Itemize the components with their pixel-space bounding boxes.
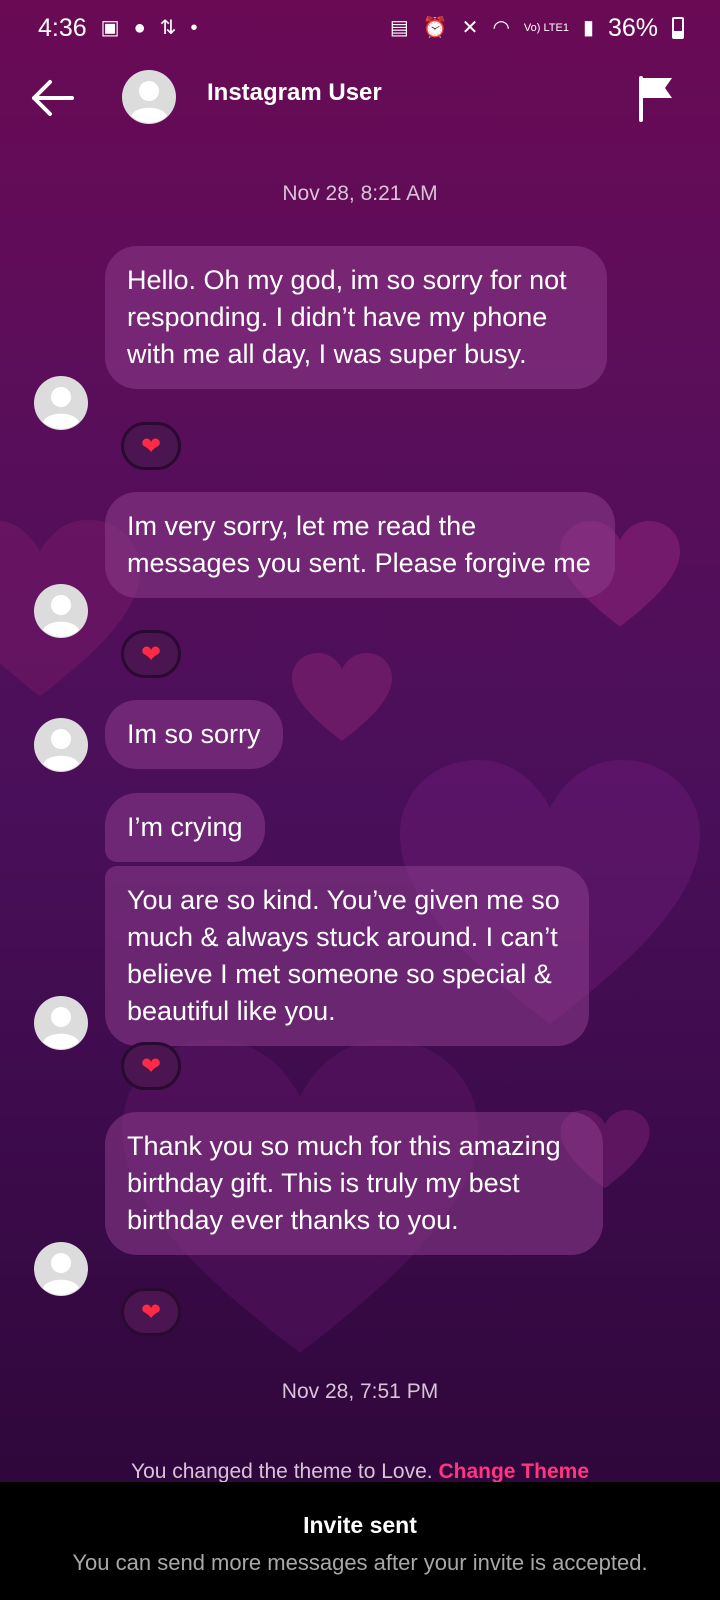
heart-icon: ❤ [140, 1298, 162, 1326]
battery-percent: 36% [607, 13, 658, 42]
sender-avatar[interactable] [34, 718, 88, 772]
heart-reaction[interactable]: ❤ [121, 422, 181, 470]
chat-icon: ● [133, 17, 146, 39]
theme-change-note: You changed the theme to Love. Change Th… [0, 1460, 720, 1484]
heart-icon: ❤ [140, 640, 162, 668]
message-timestamp: Nov 28, 7:51 PM [281, 1380, 439, 1403]
chat-header: Instagram User [0, 62, 720, 134]
sender-avatar[interactable] [34, 584, 88, 638]
contact-avatar[interactable] [122, 70, 176, 124]
battery-saver-icon: ▤ [389, 17, 409, 39]
invite-panel: Invite sent You can send more messages a… [0, 1482, 720, 1600]
heart-icon: ❤ [140, 1052, 162, 1080]
sender-avatar[interactable] [34, 996, 88, 1050]
background-hearts [0, 0, 720, 1600]
status-time: 4:36 [38, 13, 87, 42]
network-label: Vo) LTE1 [523, 21, 569, 34]
message-bubble[interactable]: Thank you so much for this amazing birth… [105, 1112, 603, 1255]
alarm-icon: ⏰ [422, 17, 448, 39]
avatar-placeholder-icon [122, 70, 176, 124]
invite-title: Invite sent [303, 1512, 417, 1538]
message-bubble[interactable]: Im very sorry, let me read the messages … [105, 492, 615, 598]
signal-icon: ▮ [582, 17, 594, 39]
back-button[interactable] [28, 76, 76, 120]
data-transfer-icon: ⇅ [159, 17, 177, 39]
battery-icon [672, 17, 684, 39]
heart-decoration [292, 648, 392, 748]
message-bubble[interactable]: Im so sorry [105, 700, 283, 769]
status-bar: 4:36 ▣ ● ⇅ • ▤ ⏰ ✕ ◠ Vo) LTE1 ▮ 36% [0, 0, 720, 56]
sender-avatar[interactable] [34, 376, 88, 430]
message-timestamp: Nov 28, 8:21 AM [282, 182, 438, 205]
avatar-placeholder-icon [34, 1242, 88, 1296]
message-bubble[interactable]: I’m crying [105, 793, 265, 862]
avatar-placeholder-icon [34, 996, 88, 1050]
heart-reaction[interactable]: ❤ [121, 1288, 181, 1336]
contact-name[interactable]: Instagram User [207, 79, 382, 107]
avatar-placeholder-icon [34, 718, 88, 772]
invite-subtitle: You can send more messages after your in… [72, 1550, 648, 1575]
message-bubble[interactable]: Hello. Oh my god, im so sorry for not re… [105, 246, 607, 389]
avatar-placeholder-icon [34, 584, 88, 638]
gallery-icon: ▣ [100, 17, 120, 39]
arrow-left-icon [32, 80, 74, 116]
avatar-placeholder-icon [34, 376, 88, 430]
heart-reaction[interactable]: ❤ [121, 1042, 181, 1090]
mute-icon: ✕ [461, 17, 479, 39]
flag-icon [639, 76, 672, 122]
theme-note-text: You changed the theme to Love. [130, 1460, 433, 1483]
message-bubble[interactable]: You are so kind. You’ve given me so much… [105, 866, 589, 1046]
change-theme-link[interactable]: Change Theme [438, 1460, 589, 1483]
wifi-icon: ◠ [492, 17, 510, 39]
heart-icon: ❤ [140, 432, 162, 460]
report-button[interactable] [636, 74, 678, 122]
heart-reaction[interactable]: ❤ [121, 630, 181, 678]
dot-icon: • [190, 17, 198, 39]
sender-avatar[interactable] [34, 1242, 88, 1296]
